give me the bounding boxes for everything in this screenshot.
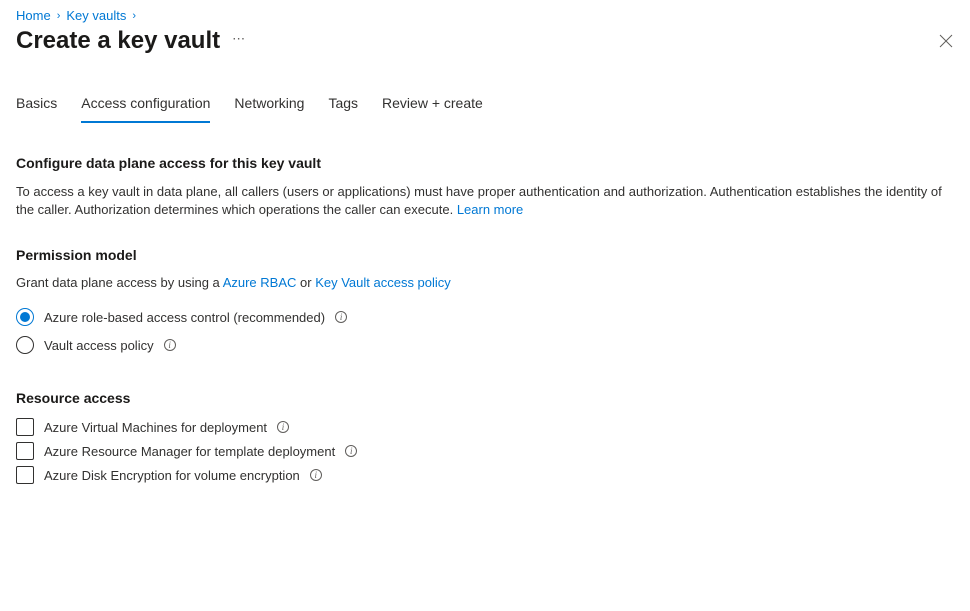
learn-more-link[interactable]: Learn more xyxy=(457,202,523,217)
checkbox-label-vms: Azure Virtual Machines for deployment xyxy=(44,420,267,435)
breadcrumb-home[interactable]: Home xyxy=(16,8,51,23)
checkbox-label-arm: Azure Resource Manager for template depl… xyxy=(44,444,335,459)
tab-basics[interactable]: Basics xyxy=(16,95,57,123)
page-title-wrap: Create a key vault ⋯ xyxy=(16,27,246,55)
azure-rbac-link[interactable]: Azure RBAC xyxy=(223,275,297,290)
close-icon[interactable] xyxy=(938,33,954,49)
info-icon[interactable]: i xyxy=(345,445,357,457)
radio-row-vault-policy: Vault access policy i xyxy=(16,336,954,354)
breadcrumb: Home › Key vaults › xyxy=(16,8,954,23)
chevron-right-icon: › xyxy=(57,10,61,22)
intro-prefix: Grant data plane access by using a xyxy=(16,275,223,290)
radio-label-vault-policy: Vault access policy xyxy=(44,338,154,353)
info-icon[interactable]: i xyxy=(335,311,347,323)
keyvault-policy-link[interactable]: Key Vault access policy xyxy=(315,275,451,290)
tab-access-configuration[interactable]: Access configuration xyxy=(81,95,210,123)
more-icon[interactable]: ⋯ xyxy=(232,31,246,51)
radio-row-rbac: Azure role-based access control (recomme… xyxy=(16,308,954,326)
chevron-right-icon: › xyxy=(132,10,136,22)
tab-networking[interactable]: Networking xyxy=(234,95,304,123)
info-icon[interactable]: i xyxy=(164,339,176,351)
checkbox-row-disk: Azure Disk Encryption for volume encrypt… xyxy=(16,466,954,484)
permission-model-intro: Grant data plane access by using a Azure… xyxy=(16,275,954,290)
intro-or: or xyxy=(296,275,315,290)
checkbox-vms[interactable] xyxy=(16,418,34,436)
tabs: Basics Access configuration Networking T… xyxy=(16,95,954,123)
page-title: Create a key vault xyxy=(16,27,220,55)
section-heading-configure-access: Configure data plane access for this key… xyxy=(16,155,954,171)
tab-tags[interactable]: Tags xyxy=(328,95,358,123)
info-icon[interactable]: i xyxy=(277,421,289,433)
breadcrumb-keyvaults[interactable]: Key vaults xyxy=(66,8,126,23)
permission-model-radio-group: Azure role-based access control (recomme… xyxy=(16,308,954,354)
checkbox-row-vms: Azure Virtual Machines for deployment i xyxy=(16,418,954,436)
radio-vault-policy[interactable] xyxy=(16,336,34,354)
section-heading-resource-access: Resource access xyxy=(16,390,954,406)
checkbox-label-disk: Azure Disk Encryption for volume encrypt… xyxy=(44,468,300,483)
checkbox-disk[interactable] xyxy=(16,466,34,484)
checkbox-row-arm: Azure Resource Manager for template depl… xyxy=(16,442,954,460)
configure-access-description: To access a key vault in data plane, all… xyxy=(16,183,954,219)
radio-label-rbac: Azure role-based access control (recomme… xyxy=(44,310,325,325)
checkbox-arm[interactable] xyxy=(16,442,34,460)
tab-review-create[interactable]: Review + create xyxy=(382,95,483,123)
radio-rbac[interactable] xyxy=(16,308,34,326)
page-header: Create a key vault ⋯ xyxy=(16,27,954,55)
section-heading-permission-model: Permission model xyxy=(16,247,954,263)
resource-access-checkbox-group: Azure Virtual Machines for deployment i … xyxy=(16,418,954,484)
info-icon[interactable]: i xyxy=(310,469,322,481)
